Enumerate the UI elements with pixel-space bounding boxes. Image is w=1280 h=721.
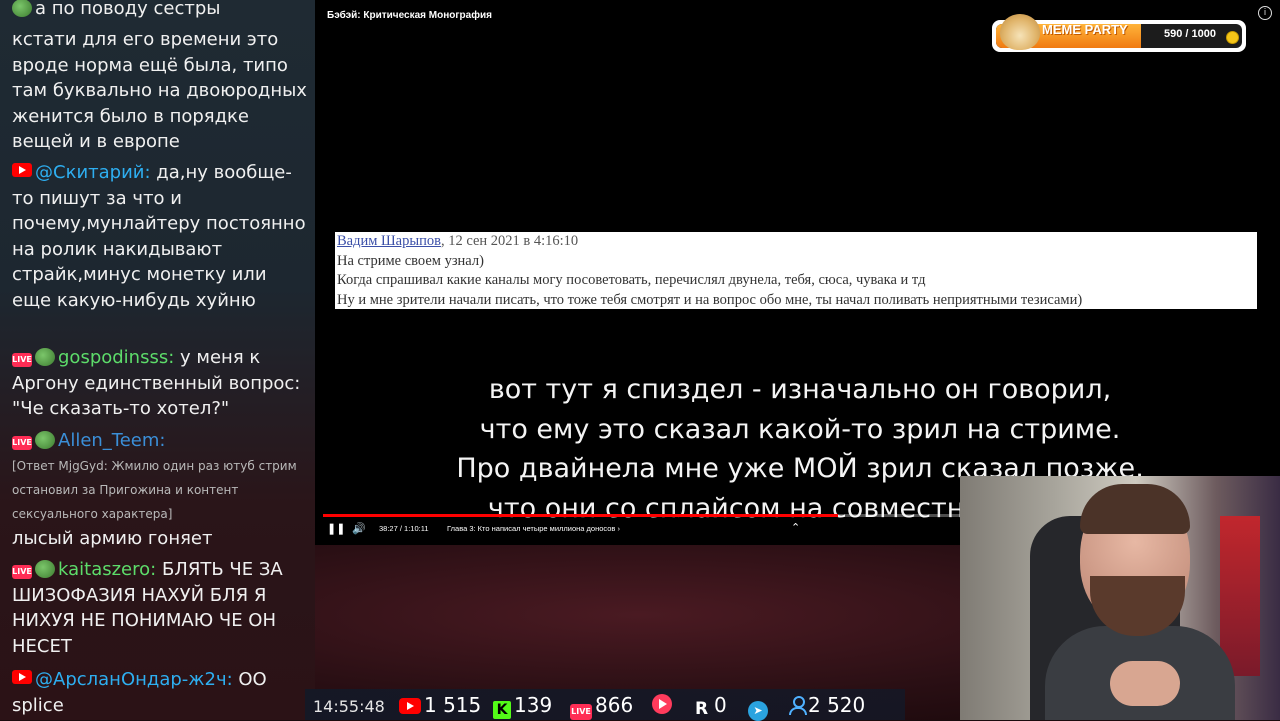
telegram-plane-icon: ➤: [748, 701, 768, 721]
youtube-badge-icon: [12, 163, 32, 177]
comment-header: Вадим Шарыпов, 12 сен 2021 в 4:16:10: [337, 232, 1257, 252]
chat-author[interactable]: @АрсланОндар-ж2ч:: [35, 669, 233, 690]
youtube-viewers: 1 515: [399, 692, 481, 718]
webcam-feed: [960, 476, 1280, 720]
meme-party-count: 590 / 1000: [1164, 28, 1216, 40]
user-icon: [789, 696, 807, 715]
youtube-icon: [399, 698, 421, 714]
chat-author[interactable]: gospodinsss:: [58, 347, 174, 368]
live-badge-icon: LIVE: [12, 436, 32, 450]
chat-message: @АрсланОндар-ж2ч: ОО splice: [12, 667, 308, 718]
chat-author[interactable]: Allen_Teem:: [58, 430, 165, 451]
chapter-label[interactable]: Глава 3: Кто написал четыре миллиона дон…: [447, 524, 620, 533]
coin-icon: [1226, 31, 1239, 44]
emote-icon: [35, 560, 55, 578]
doge-icon: [1000, 14, 1040, 50]
info-icon[interactable]: i: [1258, 6, 1272, 20]
rutube-play-icon: [652, 694, 672, 714]
clock: 14:55:48: [313, 697, 385, 716]
flag-decor: [1220, 516, 1260, 676]
r-viewers: R0: [695, 693, 727, 719]
comment-date: , 12 сен 2021 в 4:16:10: [440, 233, 579, 249]
r-platform-icon: R: [695, 699, 709, 719]
vk-comment-screenshot: Вадим Шарыпов, 12 сен 2021 в 4:16:10 На …: [335, 232, 1257, 309]
chat-author[interactable]: @Скитарий:: [35, 162, 151, 183]
emote-icon: [35, 348, 55, 366]
progress-fill: [323, 514, 839, 517]
telegram-icon: ➤: [748, 692, 771, 721]
chat-reply-quote: [Ответ MjgGyd: Жмилю один раз ютуб стрим…: [12, 458, 297, 521]
time-readout: 38:27 / 1:10:11: [379, 524, 429, 533]
comment-line: Ну и мне зрители начали писать, что тоже…: [337, 291, 1083, 308]
chat-message: кстати для его времени это вроде норма е…: [12, 27, 308, 155]
kick-viewers: K 139: [493, 692, 552, 719]
rutube-icon: [652, 692, 675, 718]
pause-button[interactable]: ❚❚: [327, 522, 345, 535]
streamer-hair: [1080, 484, 1190, 534]
pepe-emote-icon: [12, 0, 32, 17]
subtitle-line: что ему это сказал какой-то зрил на стри…: [479, 413, 1121, 445]
comment-author: Вадим Шарыпов: [337, 233, 441, 249]
chat-message: а по поводу сестры: [12, 0, 308, 22]
streamer-hand: [1110, 661, 1180, 706]
chat-message-text: кстати для его времени это вроде норма е…: [12, 29, 307, 152]
live-badge-icon: LIVE: [12, 353, 32, 367]
chevron-up-icon[interactable]: ⌃: [791, 521, 800, 534]
chat-panel[interactable]: а по поводу сестры кстати для его времен…: [0, 0, 315, 720]
comment-line: На стриме своем узнал): [337, 252, 484, 269]
comment-line: Когда спрашивал какие каналы могу посове…: [337, 272, 926, 288]
youtube-badge-icon: [12, 670, 32, 684]
video-title[interactable]: Бэбэй: Критическая Монография: [327, 10, 492, 21]
chat-message: LIVE Allen_Teem: [Ответ MjgGyd: Жмилю оди…: [12, 428, 308, 551]
chat-message: LIVE gospodinsss: у меня к Аргону единств…: [12, 345, 308, 422]
chat-message: LIVE kaitaszero: БЛЯТЬ ЧЕ ЗА ШИЗОФАЗИЯ НА…: [12, 557, 308, 659]
subtitle-line: вот тут я спиздел - изначально он говори…: [488, 374, 1112, 405]
live-badge-icon: LIVE: [12, 565, 32, 579]
chat-message: @Скитарий: да,ну вообще-то пишут за что …: [12, 160, 308, 313]
stream-stats-bar: 14:55:48 1 515 K 139 LIVE 866 R0 ➤ 2 520: [305, 689, 905, 721]
vk-live-icon: LIVE: [570, 704, 592, 720]
total-viewers: 2 520: [789, 692, 865, 718]
chat-author[interactable]: kaitaszero:: [58, 559, 156, 580]
live-viewers: LIVE 866: [570, 692, 633, 720]
meme-party-title: MEME PARTY: [1042, 24, 1128, 37]
chat-message-text: да,ну вообще-то пишут за что и почему,му…: [12, 162, 306, 311]
chat-message-text: лысый армию гоняет: [12, 527, 213, 549]
kick-icon: K: [493, 701, 511, 719]
pepe-emote-icon: [35, 431, 55, 449]
volume-icon[interactable]: 🔊: [352, 522, 366, 535]
